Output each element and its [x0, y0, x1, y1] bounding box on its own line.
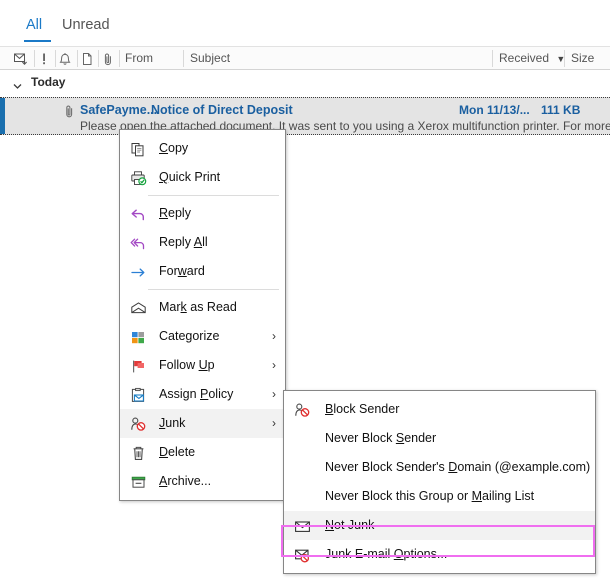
menu-item-archive-label: Archive...: [159, 474, 212, 488]
submenu-item-never-block-group[interactable]: Never Block this Group or Mailing List: [284, 482, 595, 511]
col-divider: [55, 50, 56, 67]
col-divider: [492, 50, 493, 67]
group-header-today[interactable]: Today: [0, 70, 610, 97]
message-sender: SafePayme...: [80, 103, 158, 117]
col-divider: [98, 50, 99, 67]
trash-icon: [130, 444, 147, 461]
column-from[interactable]: From: [125, 47, 153, 70]
flag-icon: [130, 357, 147, 374]
archive-icon: [130, 473, 147, 490]
submenu-item-never-block-domain-label: Never Block Sender's Domain (@example.co…: [325, 460, 591, 474]
menu-item-categorize-label: Categorize: [159, 329, 220, 343]
column-subject[interactable]: Subject: [190, 47, 230, 70]
column-size[interactable]: Size: [571, 47, 594, 70]
junk-envelope-icon: [294, 546, 311, 563]
menu-item-categorize[interactable]: Categorize ›: [120, 322, 285, 351]
menu-item-mark-as-read[interactable]: Mark as Read: [120, 293, 285, 322]
chevron-right-icon: ›: [272, 358, 276, 372]
submenu-item-junk-email-options[interactable]: Junk E-mail Options...: [284, 540, 595, 569]
submenu-item-block-sender[interactable]: Block Sender: [284, 395, 595, 424]
outlook-message-list-window: All Unread From Subject Received ▼ Size …: [0, 0, 610, 578]
copy-icon: [130, 140, 147, 157]
col-divider: [564, 50, 565, 67]
menu-item-copy-label: Copy: [159, 141, 189, 155]
junk-person-icon: [294, 401, 311, 418]
categorize-icon: [130, 328, 147, 345]
reply-all-icon: [130, 234, 147, 251]
selected-accent-bar: [0, 98, 5, 134]
menu-item-junk[interactable]: Junk ›: [120, 409, 285, 438]
menu-item-delete-label: Delete: [159, 445, 196, 459]
menu-item-follow-up[interactable]: Follow Up ›: [120, 351, 285, 380]
paperclip-icon: [63, 104, 76, 119]
menu-item-reply-label: Reply: [159, 206, 191, 220]
tab-all-label: All: [26, 17, 43, 33]
menu-item-forward-label: Forward: [159, 264, 205, 278]
menu-item-assign-policy-label: Assign Policy: [159, 387, 234, 401]
open-envelope-icon: [130, 299, 147, 316]
forward-icon: [130, 263, 147, 280]
attachment-page-icon[interactable]: [79, 51, 95, 67]
message-received: Mon 11/13/...: [459, 103, 530, 117]
menu-item-delete[interactable]: Delete: [120, 438, 285, 467]
menu-item-mark-as-read-label: Mark as Read: [159, 300, 237, 314]
menu-item-junk-label: Junk: [159, 416, 186, 430]
submenu-item-never-block-group-label: Never Block this Group or Mailing List: [325, 489, 535, 503]
menu-item-assign-policy[interactable]: Assign Policy ›: [120, 380, 285, 409]
chevron-down-icon[interactable]: [13, 80, 22, 89]
envelope-icon: [294, 517, 311, 534]
paperclip-icon[interactable]: [100, 51, 116, 67]
tab-unread[interactable]: Unread: [62, 17, 110, 33]
submenu-item-never-block-sender[interactable]: Never Block Sender: [284, 424, 595, 453]
col-divider: [119, 50, 120, 67]
menu-item-follow-up-label: Follow Up: [159, 358, 215, 372]
assign-policy-icon: [130, 386, 147, 403]
chevron-right-icon: ›: [272, 416, 276, 430]
menu-item-reply-all-label: Reply All: [159, 235, 208, 249]
chevron-right-icon: ›: [272, 387, 276, 401]
menu-item-quick-print-label: Quick Print: [159, 170, 221, 184]
message-subject: Notice of Direct Deposit: [151, 103, 293, 117]
menu-item-reply[interactable]: Reply: [120, 199, 285, 228]
chevron-right-icon: ›: [272, 329, 276, 343]
group-header-label: Today: [31, 75, 66, 89]
col-divider: [34, 50, 35, 67]
col-divider: [183, 50, 184, 67]
column-size-label: Size: [571, 51, 595, 65]
message-size: 111 KB: [541, 103, 581, 117]
tab-all[interactable]: All: [26, 17, 42, 33]
menu-item-forward[interactable]: Forward: [120, 257, 285, 286]
submenu-item-block-sender-label: Block Sender: [325, 402, 400, 416]
filter-tab-bar: All Unread: [0, 0, 610, 46]
junk-submenu: Block Sender Never Block Sender Never Bl…: [283, 390, 596, 574]
junk-person-icon: [130, 415, 147, 432]
column-received-label: Received: [499, 51, 550, 65]
envelope-sort-icon[interactable]: [13, 51, 29, 67]
tab-all-underline: [24, 40, 51, 42]
submenu-item-junk-email-options-label: Junk E-mail Options...: [325, 547, 448, 561]
menu-separator: [148, 195, 279, 196]
column-subject-label: Subject: [190, 51, 231, 65]
reminder-icon[interactable]: [57, 51, 73, 67]
tab-unread-label: Unread: [62, 17, 110, 33]
message-list-item[interactable]: SafePayme... Notice of Direct Deposit Mo…: [0, 97, 610, 135]
column-header-bar: From Subject Received ▼ Size: [0, 46, 610, 70]
menu-item-archive[interactable]: Archive...: [120, 467, 285, 496]
column-received[interactable]: Received ▼: [499, 47, 565, 70]
menu-item-quick-print[interactable]: Quick Print: [120, 163, 285, 192]
importance-icon[interactable]: [36, 51, 52, 67]
submenu-item-not-junk-label: Not Junk: [325, 518, 375, 532]
reply-icon: [130, 205, 147, 222]
context-menu: Copy Quick Print Reply Reply All Forward…: [119, 129, 286, 501]
submenu-item-never-block-sender-label: Never Block Sender: [325, 431, 437, 445]
menu-item-reply-all[interactable]: Reply All: [120, 228, 285, 257]
menu-separator: [148, 289, 279, 290]
quick-print-icon: [130, 169, 147, 186]
submenu-item-never-block-domain[interactable]: Never Block Sender's Domain (@example.co…: [284, 453, 595, 482]
menu-item-copy[interactable]: Copy: [120, 134, 285, 163]
col-divider: [77, 50, 78, 67]
submenu-item-not-junk[interactable]: Not Junk: [284, 511, 595, 540]
column-from-label: From: [125, 51, 153, 65]
